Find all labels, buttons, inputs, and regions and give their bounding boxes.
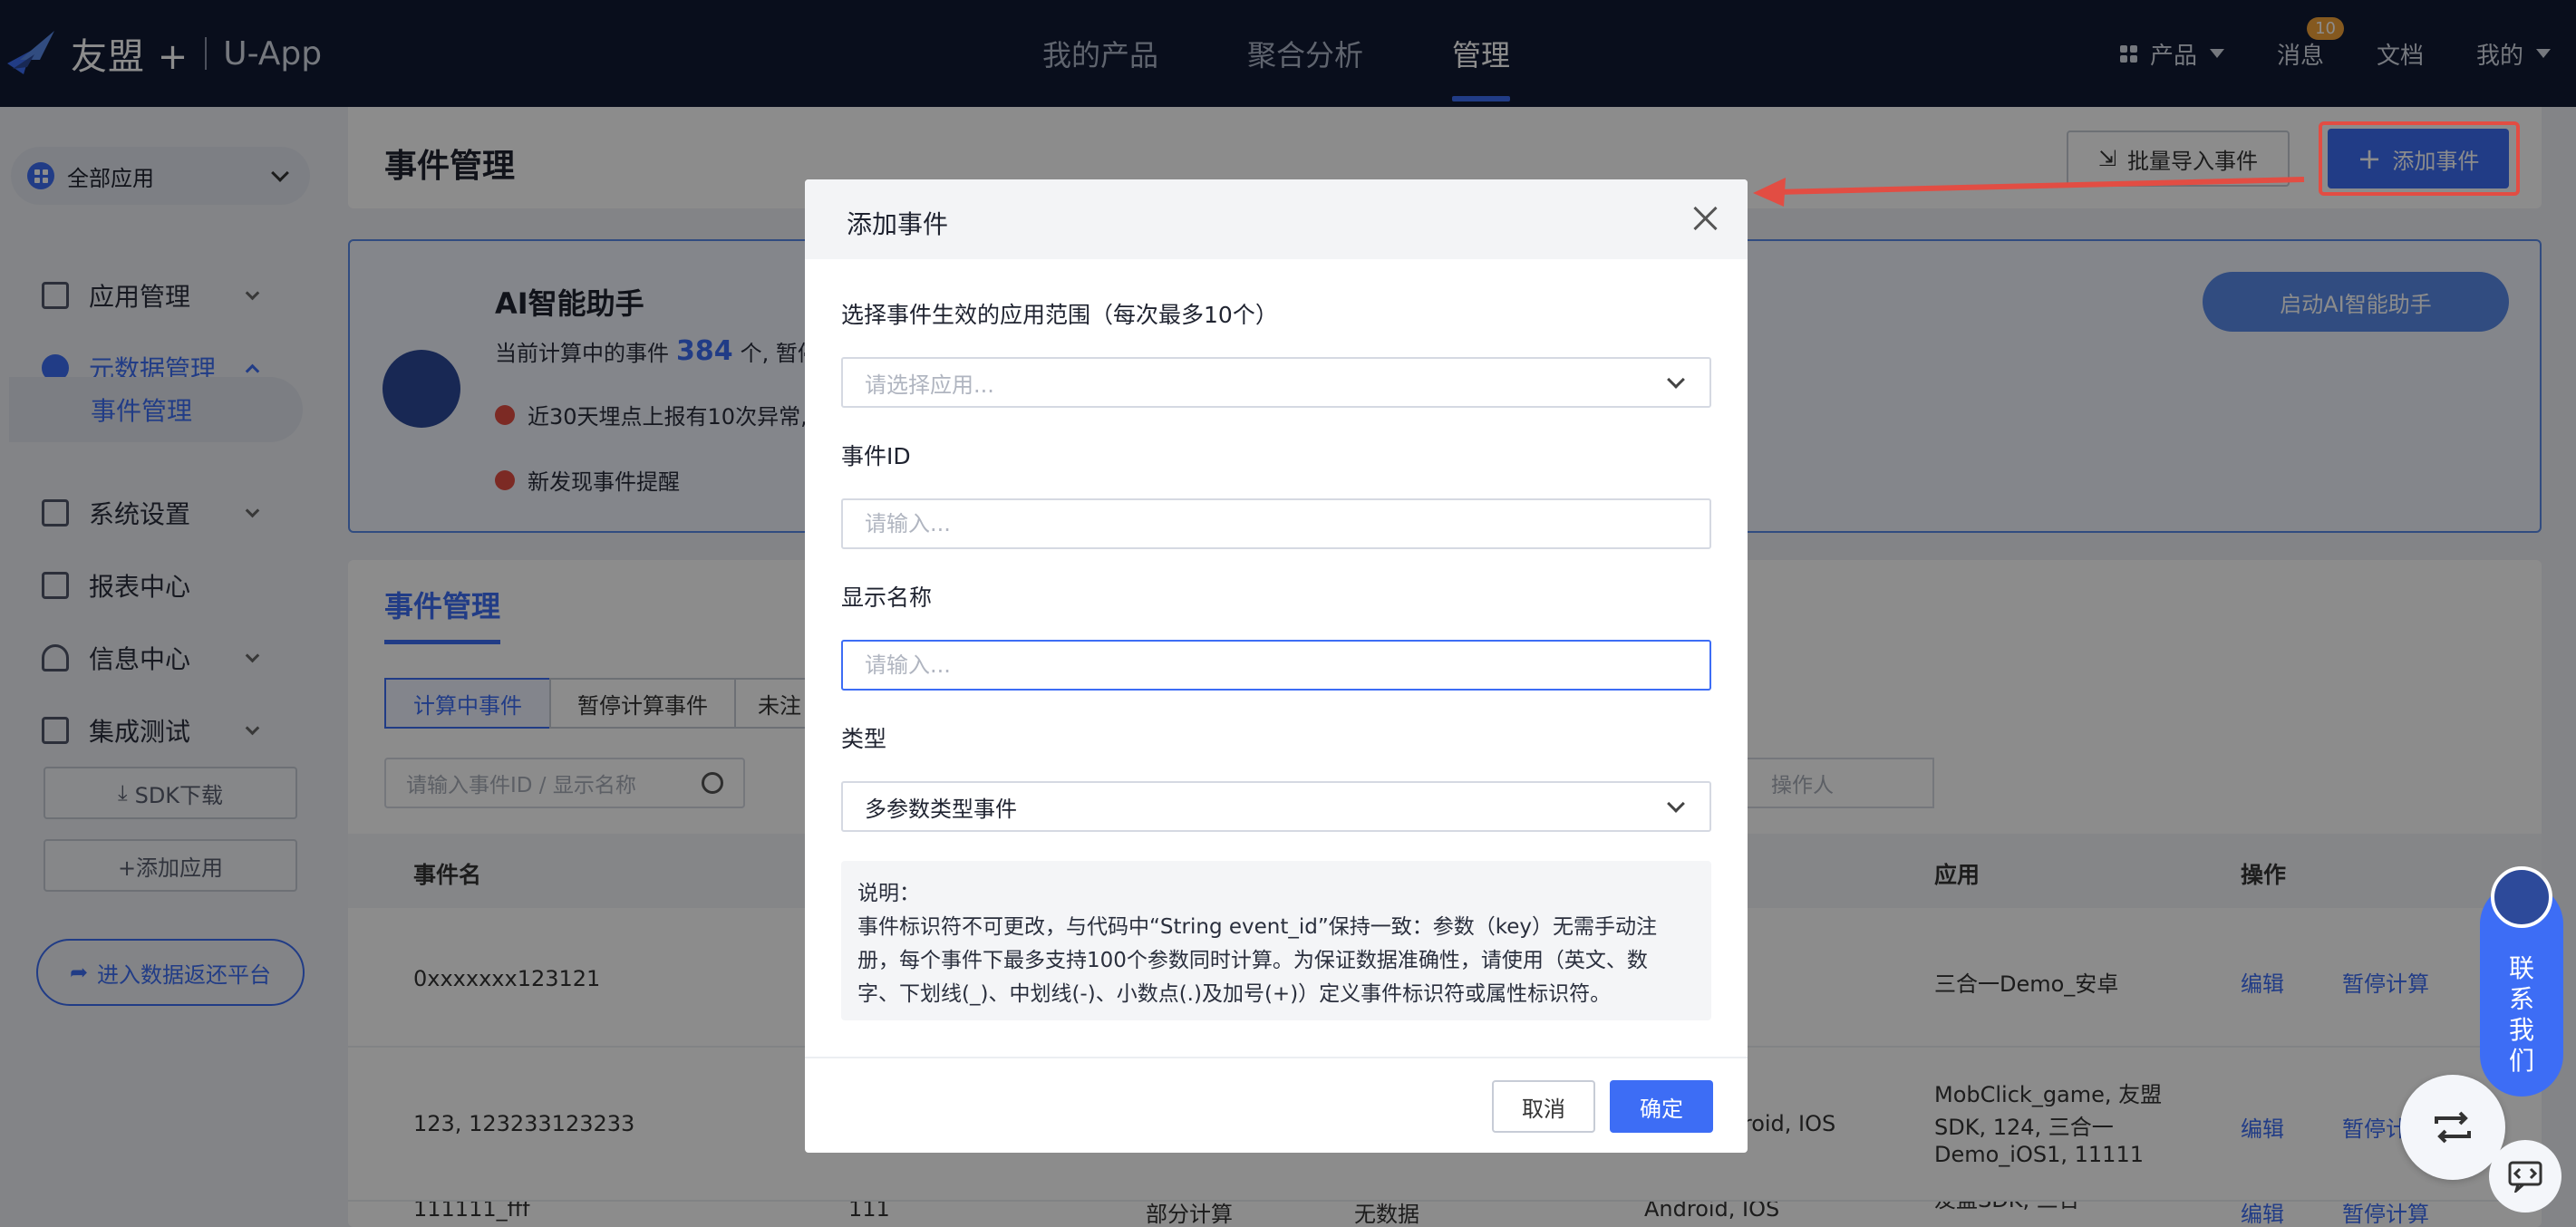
note-title: 说明： [857,882,920,905]
cancel-button[interactable]: 取消 [1492,1080,1595,1133]
instructions-note: 说明： 事件标识符不可更改，与代码中“String event_id”保持一致：… [841,861,1711,1020]
note-line: 事件标识符不可更改，与代码中“String event_id”保持一致：参数（k… [857,915,1658,939]
event-id-label: 事件ID [841,443,911,469]
code-chat-icon [2508,1161,2542,1193]
close-icon[interactable] [1690,203,1720,234]
display-name-label: 显示名称 [841,585,933,611]
app-scope-label: 选择事件生效的应用范围（每次最多10个） [841,302,1278,328]
display-name-input[interactable] [841,640,1711,691]
app-scope-select[interactable]: 请选择应用... [841,357,1711,408]
app-scope-placeholder: 请选择应用... [865,372,994,398]
code-feedback-button[interactable] [2489,1140,2561,1213]
contact-us-button[interactable]: 联 系 我 们 [2480,866,2563,1097]
contact-char: 们 [2508,1046,2534,1076]
note-line: 字、下划线(_)、中划线(-)、小数点(.)及加号(+)）定义事件标识符或属性标… [857,982,1612,1006]
event-type-value: 多参数类型事件 [865,796,1017,822]
confirm-button[interactable]: 确定 [1610,1080,1713,1133]
dialog-header: 添加事件 [805,179,1748,259]
contact-char: 联 [2508,953,2534,983]
chevron-down-icon [1667,795,1685,813]
switch-button[interactable] [2400,1075,2505,1180]
event-type-select[interactable]: 多参数类型事件 [841,781,1711,832]
add-event-dialog: 添加事件 选择事件生效的应用范围（每次最多10个） 请选择应用... 事件ID … [805,179,1748,1153]
chevron-down-icon [1667,371,1685,389]
dialog-title: 添加事件 [847,209,949,239]
contact-char: 我 [2508,1015,2534,1045]
contact-char: 系 [2508,984,2534,1014]
repeat-icon [2435,1111,2471,1144]
annotation-arrow-icon [1753,177,2305,207]
event-id-input[interactable] [841,498,1711,549]
type-label: 类型 [841,726,887,752]
highlight-frame [2319,121,2520,196]
dialog-footer-divider [805,1057,1748,1058]
robot-icon [2491,866,2552,928]
note-line: 册，每个事件下最多支持100个参数同时计算。为保证数据准确性，请使用（英文、数 [857,949,1648,972]
